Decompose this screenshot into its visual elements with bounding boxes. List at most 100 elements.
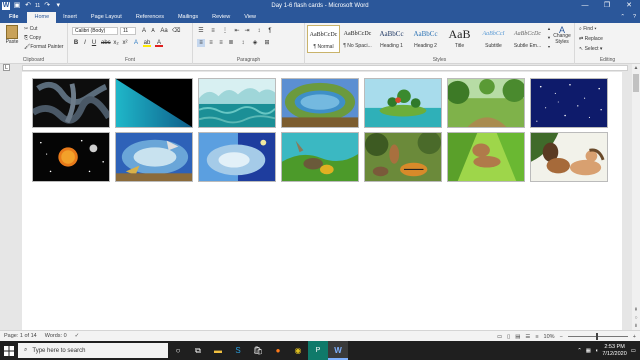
borders-icon[interactable]: ⊞ [263,39,271,47]
align-right-icon[interactable]: ≡ [217,39,225,47]
clear-formatting-icon[interactable]: ⌫ [172,27,180,35]
tab-references[interactable]: References [129,12,171,23]
shrink-font-icon[interactable]: A [149,27,157,35]
style-title[interactable]: AaB Title [443,25,476,53]
style-subtle-emphasis[interactable]: AaBbCcDc Subtle Em... [511,25,544,53]
tab-review[interactable]: Review [205,12,237,23]
text-effects-icon[interactable]: A [132,39,140,47]
prev-page-icon[interactable]: ⇞ [632,306,640,314]
browse-object-icon[interactable]: ○ [632,314,640,322]
card-adam-resting[interactable] [447,132,525,182]
vertical-scrollbar[interactable]: ▲ ⇞ ○ ⇟ [632,64,640,330]
card-adam-eve[interactable] [530,132,608,182]
style-heading-1[interactable]: AaBbCc Heading 1 [375,25,408,53]
justify-icon[interactable]: ≣ [227,39,235,47]
outline-icon[interactable]: ☰ [525,334,530,340]
volume-icon[interactable]: ◖ [595,348,598,354]
notifications-icon[interactable]: ▭ [631,348,636,354]
network-icon[interactable]: ▦ [586,348,591,354]
word-count[interactable]: Words: 0 [41,333,71,339]
grow-font-icon[interactable]: A [140,27,148,35]
font-size-select[interactable]: 11 [120,27,136,35]
card-land-sea[interactable] [281,78,359,128]
style-subtitle[interactable]: AaBbCcI Subtitle [477,25,510,53]
increase-indent-icon[interactable]: ⇥ [243,27,251,35]
card-island-trees[interactable] [364,78,442,128]
line-spacing-icon[interactable]: ↕ [239,39,247,47]
decrease-indent-icon[interactable]: ⇤ [233,27,241,35]
format-painter-button[interactable]: 🖌Format Painter [24,44,63,50]
strikethrough-icon[interactable]: abc [101,39,111,47]
help-icon[interactable]: ? [633,12,636,23]
paste-button[interactable]: Paste [3,25,21,45]
change-styles-button[interactable]: A Change Styles [551,26,573,46]
tab-insert[interactable]: Insert [56,12,84,23]
select-button[interactable]: ↖ Select ▾ [579,46,602,52]
undo-icon[interactable]: ↶ [24,2,32,10]
card-dark-swirls[interactable] [32,78,110,128]
zoom-slider[interactable] [567,333,628,340]
replace-button[interactable]: ⇄ Replace [579,36,603,42]
chrome-icon[interactable]: ◉ [288,341,308,360]
cut-button[interactable]: ✂ Cut [24,26,37,32]
card-light-darkness[interactable] [115,78,193,128]
align-center-icon[interactable]: ≡ [207,39,215,47]
proofing-icon[interactable]: ✓ [71,333,84,339]
store-icon[interactable]: 🛍 [248,341,268,360]
show-marks-icon[interactable]: ¶ [266,27,274,35]
word-taskbar-icon[interactable]: W [328,341,348,360]
highlight-icon[interactable]: ab [143,39,151,47]
scroll-up-icon[interactable]: ▲ [632,64,640,72]
bullets-icon[interactable]: ☰ [197,27,205,35]
ribbon-collapse-icon[interactable]: ⌃ [620,12,625,23]
numbering-icon[interactable]: ≡ [209,27,217,35]
draft-icon[interactable]: ≡ [535,334,538,340]
copy-button[interactable]: ⎘ Copy [24,35,41,41]
shading-icon[interactable]: ◈ [251,39,259,47]
task-view-icon[interactable]: ⧉ [188,341,208,360]
tab-file[interactable]: File [0,12,28,23]
cortana-icon[interactable]: ○ [168,341,188,360]
ruler-strip[interactable] [22,65,628,71]
align-left-icon[interactable]: ≡ [197,39,205,47]
card-sun-moon[interactable] [32,132,110,182]
underline-icon[interactable]: U [90,39,98,47]
style-normal[interactable]: AaBbCcDc ¶ Normal [307,25,340,53]
zoom-out-icon[interactable]: − [560,334,563,340]
tab-page-layout[interactable]: Page Layout [84,12,129,23]
save-icon[interactable]: ▣ [13,2,21,10]
web-layout-icon[interactable]: ▤ [515,334,520,340]
italic-icon[interactable]: I [81,39,89,47]
find-button[interactable]: ⌕ Find ▾ [579,26,596,32]
redo-icon[interactable]: ↷ [43,2,51,10]
subscript-icon[interactable]: x₂ [112,39,120,47]
next-page-icon[interactable]: ⇟ [632,322,640,330]
tab-mailings[interactable]: Mailings [171,12,205,23]
change-case-icon[interactable]: Aa [160,27,168,35]
sort-icon[interactable]: ↕ [255,27,263,35]
publisher-icon[interactable]: P [308,341,328,360]
minimize-icon[interactable]: — [574,0,596,12]
maximize-icon[interactable]: ❐ [596,0,618,12]
scroll-thumb[interactable] [633,74,639,92]
qat-dropdown-icon[interactable]: ▾ [54,2,62,10]
page-count[interactable]: Page: 1 of 14 [0,333,41,339]
full-screen-reading-icon[interactable]: ▯ [507,334,510,340]
card-animals[interactable] [281,132,359,182]
file-explorer-icon[interactable]: ▬ [208,341,228,360]
taskbar-search-box[interactable]: ⌕ Type here to search [18,343,168,358]
font-family-select[interactable]: Calibri (Body) [72,27,118,35]
windows-start-icon[interactable] [0,341,18,360]
close-icon[interactable]: ✕ [618,0,640,12]
firefox-icon[interactable]: ● [268,341,288,360]
card-adam-animals[interactable] [364,132,442,182]
tab-home[interactable]: Home [27,12,57,23]
card-sea-creatures[interactable] [115,132,193,182]
tab-view[interactable]: View [237,12,263,23]
card-garden[interactable] [447,78,525,128]
print-layout-icon[interactable]: ▭ [497,334,502,340]
zoom-in-icon[interactable]: + [633,334,636,340]
style-heading-2[interactable]: AaBbCc Heading 2 [409,25,442,53]
word-app-icon[interactable]: W [2,2,10,10]
multilevel-list-icon[interactable]: ⋮ [221,27,229,35]
